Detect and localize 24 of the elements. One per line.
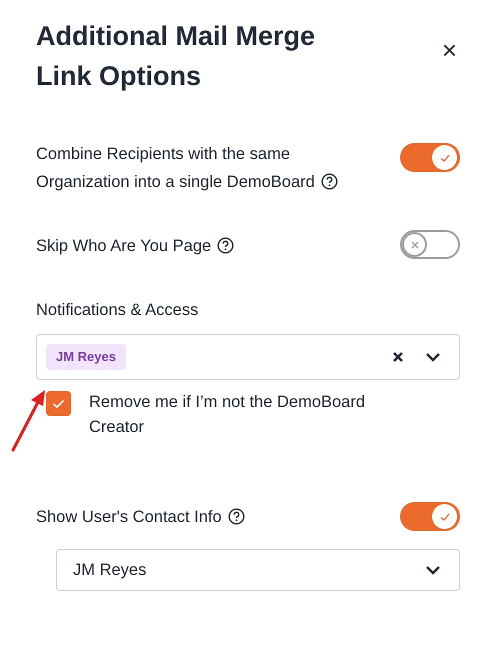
contact-select[interactable]: JM Reyes bbox=[56, 549, 460, 591]
checkbox-label: Remove me if I’m not the DemoBoard Creator bbox=[89, 392, 366, 438]
chevron-down-icon[interactable] bbox=[425, 565, 441, 575]
option-label: Skip Who Are You Page bbox=[36, 230, 386, 260]
x-icon bbox=[410, 240, 420, 250]
dialog-title: Additional Mail Merge Link Options bbox=[36, 20, 316, 93]
option-label: Show User's Contact Info bbox=[36, 504, 245, 528]
close-button[interactable]: × bbox=[442, 37, 457, 63]
chevron-down-icon[interactable] bbox=[425, 352, 441, 362]
annotation-arrow bbox=[11, 388, 47, 452]
option-label: Combine Recipients with the same Organization into a single DemoBoard bbox=[36, 138, 386, 196]
clear-icon[interactable] bbox=[392, 351, 404, 363]
help-icon[interactable] bbox=[217, 237, 234, 254]
checkbox[interactable] bbox=[46, 391, 71, 416]
toggle-switch[interactable] bbox=[400, 143, 460, 172]
help-icon[interactable] bbox=[320, 173, 338, 190]
recipient-chip: JM Reyes bbox=[46, 344, 126, 370]
multi-select-field[interactable]: JM Reyes bbox=[36, 334, 460, 380]
check-icon bbox=[52, 398, 65, 408]
toggle-switch[interactable] bbox=[400, 502, 460, 531]
section-label: Notifications & Access bbox=[36, 300, 200, 321]
help-icon[interactable] bbox=[228, 508, 245, 524]
toggle-switch[interactable] bbox=[400, 230, 460, 259]
select-value: JM Reyes bbox=[73, 560, 146, 581]
